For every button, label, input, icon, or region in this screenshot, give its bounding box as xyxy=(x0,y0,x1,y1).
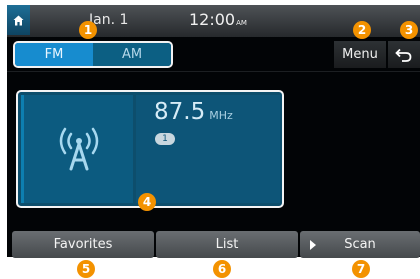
home-button[interactable] xyxy=(7,5,30,35)
header-divider xyxy=(7,71,420,72)
callout-3: 3 xyxy=(400,21,418,39)
status-time: 12:00AM xyxy=(189,10,247,29)
band-am-button[interactable]: AM xyxy=(93,43,171,66)
frequency-display: 87.5 MHz xyxy=(154,99,233,125)
list-label: List xyxy=(215,237,239,252)
callout-7: 7 xyxy=(352,260,370,278)
clock-time: 12:00 xyxy=(189,10,236,29)
back-arrow-icon xyxy=(395,48,412,62)
back-button[interactable] xyxy=(388,41,420,68)
scan-button[interactable]: Scan xyxy=(300,231,420,258)
scan-label: Scan xyxy=(344,237,376,252)
favorites-label: Favorites xyxy=(53,237,113,252)
callout-1: 1 xyxy=(79,21,97,39)
menu-button[interactable]: Menu xyxy=(334,41,386,68)
band-fm-button[interactable]: FM xyxy=(15,43,93,66)
favorites-button[interactable]: Favorites xyxy=(12,231,154,258)
callout-4: 4 xyxy=(138,193,156,211)
callout-5: 5 xyxy=(77,260,95,278)
clock-ampm: AM xyxy=(236,19,247,27)
preset-badge: 1 xyxy=(155,133,175,145)
callout-6: 6 xyxy=(213,260,231,278)
list-button[interactable]: List xyxy=(156,231,298,258)
home-icon xyxy=(13,15,24,25)
station-info-card[interactable]: 87.5 MHz 1 xyxy=(16,90,284,208)
callout-2: 2 xyxy=(353,21,371,39)
frequency-value: 87.5 xyxy=(154,99,206,125)
play-icon xyxy=(310,240,316,250)
station-art xyxy=(21,95,133,203)
radio-antenna-icon xyxy=(59,127,98,171)
station-details: 87.5 MHz 1 xyxy=(136,95,280,203)
frequency-unit: MHz xyxy=(209,109,233,122)
band-toggle: FM AM xyxy=(13,41,173,68)
radio-screen: Jan. 1 12:00AM FM AM Menu 87.5 MHz 1 Fav… xyxy=(7,5,420,258)
